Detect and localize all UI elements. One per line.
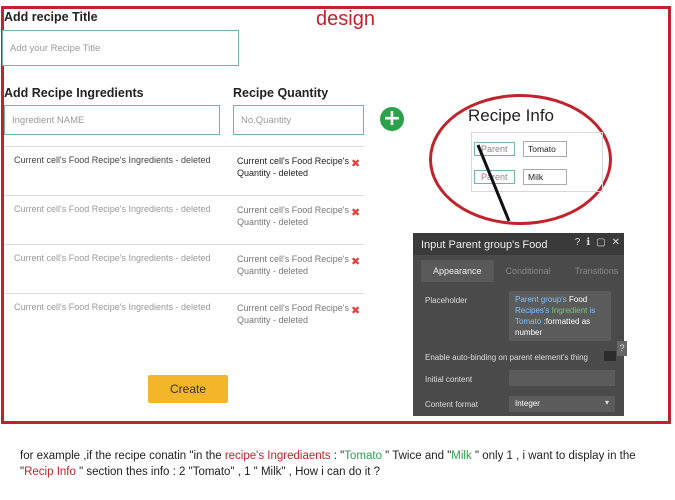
- comment-icon[interactable]: ▢: [596, 237, 605, 248]
- autobind-checkbox[interactable]: [604, 351, 616, 361]
- autobind-label: Enable auto-binding on parent element's …: [425, 353, 588, 362]
- property-inspector-panel: Input Parent group's Food ? ℹ ▢ ✕ Appear…: [413, 233, 624, 416]
- initial-content-label: Initial content: [425, 375, 473, 384]
- inspector-header: Input Parent group's Food ? ℹ ▢ ✕: [413, 233, 624, 255]
- help-tab[interactable]: ?: [617, 341, 627, 356]
- tab-appearance[interactable]: Appearance: [421, 260, 494, 282]
- content-format-select[interactable]: Integer ▾: [509, 396, 615, 412]
- tab-conditional[interactable]: Conditional: [494, 260, 563, 282]
- close-icon[interactable]: ✕: [612, 237, 620, 248]
- content-format-label: Content format: [425, 400, 478, 409]
- tab-transitions[interactable]: Transitions: [563, 260, 631, 282]
- placeholder-expression[interactable]: Parent group's Food Recipes's Ingredient…: [509, 291, 611, 341]
- inspector-title: Input Parent group's Food: [421, 239, 548, 251]
- question-text: for example ,if the recipe conatin "in t…: [20, 450, 636, 478]
- chevron-down-icon: ▾: [604, 398, 609, 407]
- help-icon[interactable]: ?: [575, 237, 581, 248]
- initial-content-input[interactable]: [509, 370, 615, 386]
- info-icon[interactable]: ℹ: [586, 237, 590, 248]
- placeholder-label: Placeholder: [425, 296, 468, 305]
